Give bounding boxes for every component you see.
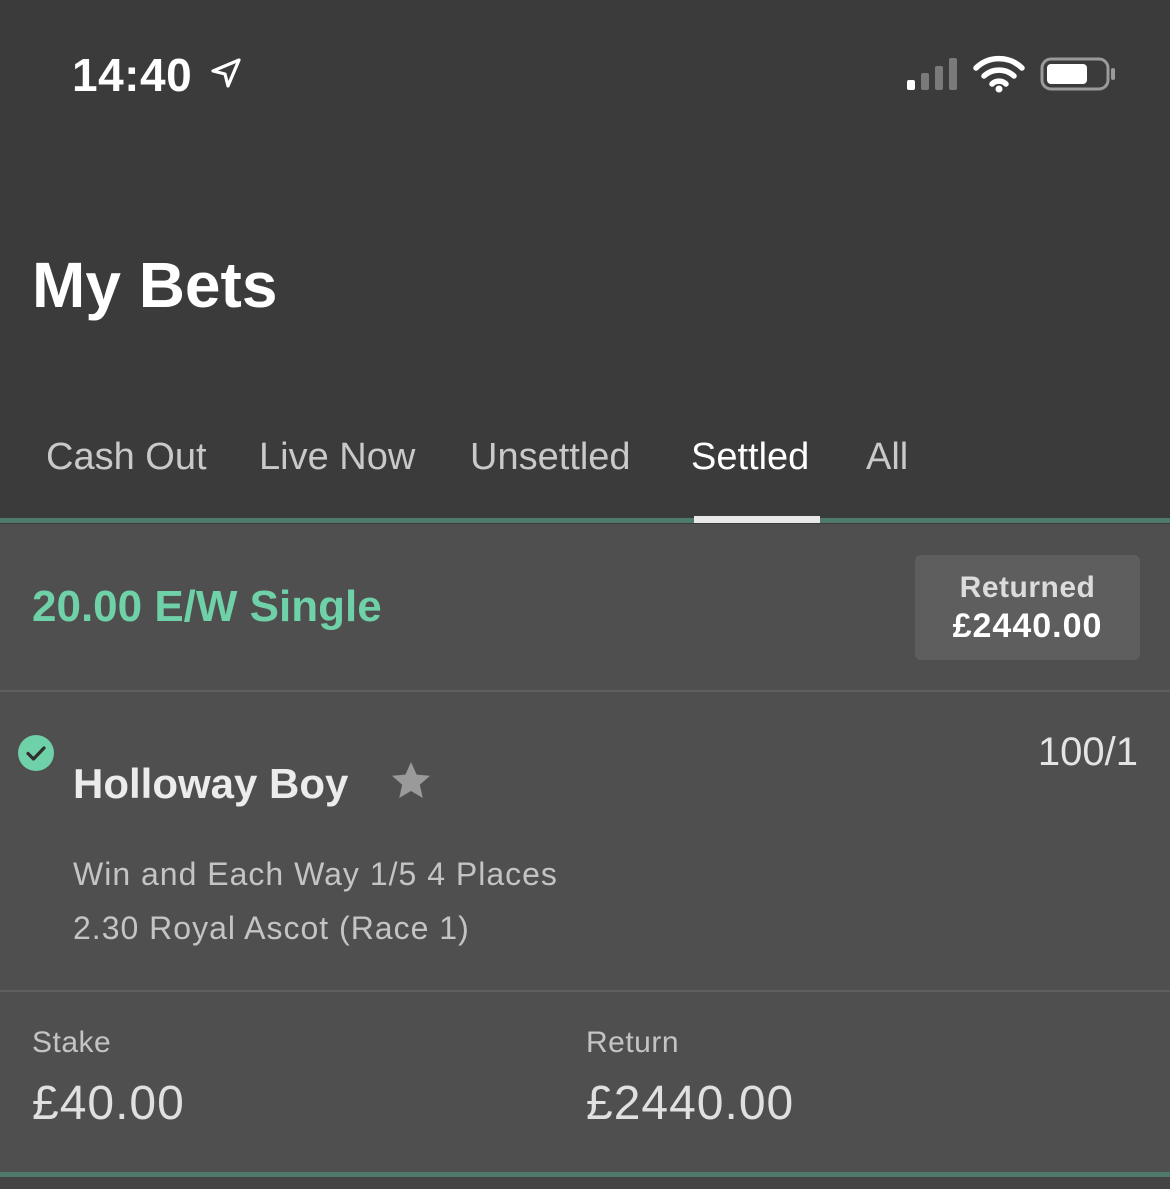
next-card-edge: [0, 1177, 1170, 1189]
tab-all[interactable]: All: [866, 436, 908, 479]
tab-bar-divider: [0, 518, 1170, 523]
return-value: £2440.00: [586, 1077, 795, 1130]
bet-selection: Holloway Boy 100/1 Win and Each Way 1/5 …: [0, 692, 1170, 992]
stake-value: £40.00: [32, 1077, 185, 1130]
return-label: Return: [586, 1026, 680, 1059]
bet-filter-tabs: Cash Out Live Now Unsettled Settled All: [0, 420, 1170, 524]
wifi-icon: [973, 55, 1025, 93]
event-description: 2.30 Royal Ascot (Race 1): [73, 910, 470, 946]
selection-odds: 100/1: [1037, 730, 1138, 774]
returned-label: Returned: [959, 571, 1096, 604]
bet-card[interactable]: 20.00 E/W Single Returned £2440.00 Hollo…: [0, 524, 1170, 1174]
active-tab-indicator: [694, 516, 820, 523]
tab-unsettled[interactable]: Unsettled: [470, 436, 631, 479]
market-description: Win and Each Way 1/5 4 Places: [73, 856, 558, 892]
tab-cash-out[interactable]: Cash Out: [46, 436, 207, 479]
stake-label: Stake: [32, 1026, 112, 1059]
page-title: My Bets: [32, 249, 278, 321]
check-circle-icon: [18, 735, 54, 771]
status-time: 14:40: [72, 49, 193, 101]
battery-icon: [1040, 57, 1115, 91]
tab-settled[interactable]: Settled: [691, 436, 809, 479]
cellular-signal-icon: [907, 58, 957, 90]
star-icon[interactable]: [390, 760, 432, 802]
my-bets-screen: 14:40 My Bets Cash Out Live Now Unsettle…: [0, 0, 1170, 1189]
stake-return-row: Stake £40.00 Return £2440.00: [0, 992, 1170, 1172]
bet-type: 20.00 E/W Single: [32, 582, 382, 631]
selection-name: Holloway Boy: [73, 760, 349, 807]
tab-live-now[interactable]: Live Now: [259, 436, 415, 479]
bet-header: 20.00 E/W Single Returned £2440.00: [0, 524, 1170, 692]
returned-badge: Returned £2440.00: [915, 555, 1140, 660]
location-arrow-icon: [211, 58, 241, 88]
returned-amount: £2440.00: [952, 607, 1103, 645]
status-bar: 14:40: [0, 0, 1170, 150]
